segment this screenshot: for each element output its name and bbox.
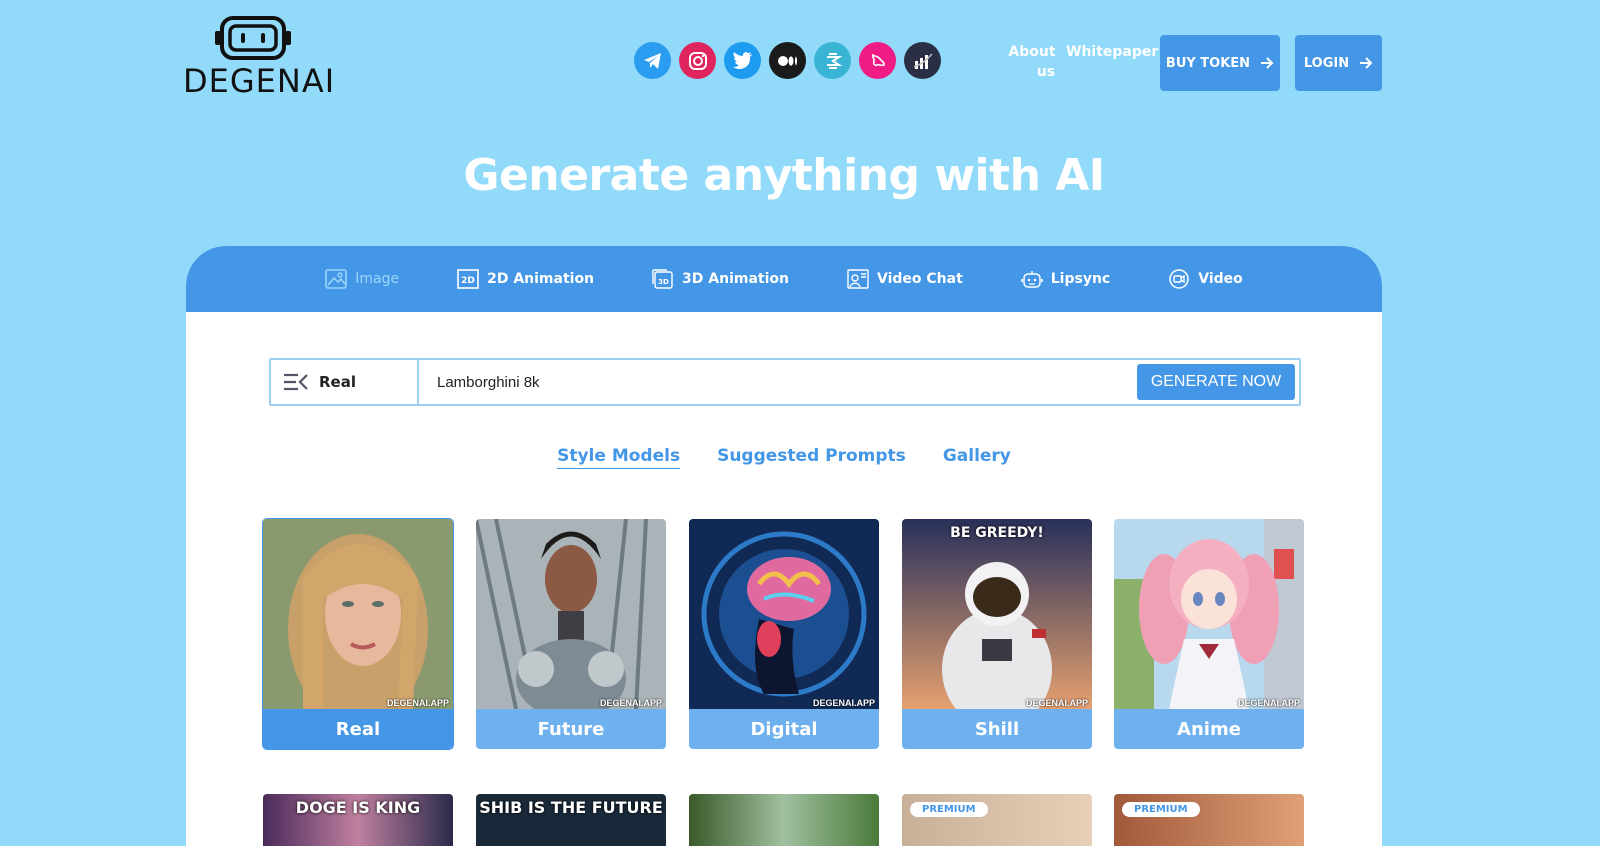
tab-3d-animation[interactable]: 3D 3D Animation (652, 269, 789, 289)
tab-2d-animation-label: 2D Animation (487, 271, 595, 287)
mode-tabbar: Image 2D 2D Animation 3D 3D Animation Vi… (186, 246, 1382, 312)
video-chat-icon (847, 269, 869, 289)
watermark: DEGENAI.APP (386, 698, 449, 708)
model-thumbnail (689, 519, 879, 709)
tab-lipsync[interactable]: Lipsync (1020, 269, 1111, 289)
about-us-label-line1: About (1008, 44, 1056, 60)
model-card-row2-4[interactable]: PREMIUM (902, 794, 1092, 846)
arrow-right-icon (1261, 57, 1274, 69)
instagram-icon[interactable] (679, 42, 716, 79)
buy-token-label: BUY TOKEN (1165, 55, 1251, 71)
tab-video-chat[interactable]: Video Chat (847, 269, 963, 289)
model-selector-value: Real (319, 373, 356, 391)
dextools-icon[interactable] (814, 42, 851, 79)
tab-2d-animation[interactable]: 2D 2D Animation (457, 269, 594, 289)
robot-logo-icon (215, 16, 291, 60)
watermark: DEGENAI.APP (1237, 698, 1300, 708)
coinmarketcap-icon[interactable] (904, 42, 941, 79)
thumbnail-banner: DOGE IS KING (295, 798, 421, 817)
tab-video[interactable]: Video (1168, 269, 1243, 289)
hero-title: Generate anything with AI (463, 150, 1105, 201)
prompt-input[interactable] (419, 361, 1137, 403)
model-thumbnail (476, 519, 666, 709)
content-subtabs: Style Models Suggested Prompts Gallery (186, 446, 1382, 469)
social-links (634, 42, 941, 79)
menu-collapse-icon (284, 373, 308, 391)
watermark: DEGENAI.APP (812, 698, 875, 708)
model-thumbnail (1114, 519, 1304, 709)
model-card-row2-2[interactable]: SHIB IS THE FUTURE (476, 794, 666, 846)
model-card-real[interactable]: DEGENAI.APP Real (262, 518, 454, 750)
uniswap-icon[interactable] (859, 42, 896, 79)
prompt-bar: Real GENERATE NOW (269, 358, 1301, 406)
thumbnail-banner: SHIB IS THE FUTURE (479, 798, 663, 817)
arrow-right-icon (1360, 57, 1373, 69)
model-card-label: Anime (1114, 709, 1304, 749)
model-card-row2-3[interactable] (689, 794, 879, 846)
image-icon (325, 269, 348, 289)
tab-video-chat-label: Video Chat (876, 271, 963, 287)
model-card-label: Real (263, 709, 453, 749)
generator-panel: Image 2D 2D Animation 3D 3D Animation Vi… (186, 246, 1382, 846)
model-card-row2-5[interactable]: PREMIUM (1114, 794, 1304, 846)
premium-badge: PREMIUM (1122, 802, 1200, 817)
login-button[interactable]: LOGIN (1295, 35, 1382, 91)
twitter-icon[interactable] (724, 42, 761, 79)
brand-logo[interactable]: DEGENAI (183, 16, 336, 100)
login-label: LOGIN (1303, 55, 1350, 71)
model-card-label: Digital (689, 709, 879, 749)
tab-video-label: Video (1198, 271, 1243, 287)
2d-icon: 2D (457, 269, 479, 289)
medium-icon[interactable] (769, 42, 806, 79)
video-icon (1169, 269, 1189, 289)
telegram-icon[interactable] (634, 42, 671, 79)
watermark: DEGENAI.APP (1025, 698, 1088, 708)
about-us-link[interactable]: About us (1008, 42, 1056, 82)
model-card-label: Future (476, 709, 666, 749)
svg-text:2D: 2D (461, 276, 475, 286)
model-card-future[interactable]: DEGENAI.APP Future (476, 519, 666, 749)
tab-image-label: Image (355, 271, 400, 287)
whitepaper-link[interactable]: Whitepaper (1066, 42, 1158, 62)
about-us-label-line2: us (1036, 64, 1056, 80)
3d-icon: 3D (652, 269, 673, 289)
thumbnail-banner: BE GREEDY! (950, 525, 1044, 541)
brand-name: DEGENAI (183, 62, 336, 100)
model-card-row2-1[interactable]: DOGE IS KING (263, 794, 453, 846)
robot-icon (1020, 271, 1043, 288)
model-selector[interactable]: Real (271, 360, 419, 404)
model-thumbnail (902, 519, 1092, 709)
model-card-anime[interactable]: DEGENAI.APP Anime (1114, 519, 1304, 749)
generate-now-button[interactable]: GENERATE NOW (1137, 364, 1295, 400)
tab-3d-animation-label: 3D Animation (682, 271, 789, 287)
model-card-label: Shill (902, 709, 1092, 749)
model-card-digital[interactable]: DEGENAI.APP Digital (689, 519, 879, 749)
tab-lipsync-label: Lipsync (1050, 271, 1111, 287)
buy-token-button[interactable]: BUY TOKEN (1160, 35, 1280, 91)
svg-text:3D: 3D (658, 278, 669, 286)
watermark: DEGENAI.APP (599, 698, 662, 708)
premium-badge: PREMIUM (910, 802, 988, 817)
subtab-gallery[interactable]: Gallery (943, 446, 1011, 469)
subtab-suggested-prompts[interactable]: Suggested Prompts (717, 446, 906, 469)
subtab-style-models[interactable]: Style Models (557, 446, 681, 469)
model-card-shill[interactable]: BE GREEDY! DEGENAI.APP Shill (902, 519, 1092, 749)
model-thumbnail (263, 519, 453, 709)
tab-image[interactable]: Image (325, 269, 399, 289)
